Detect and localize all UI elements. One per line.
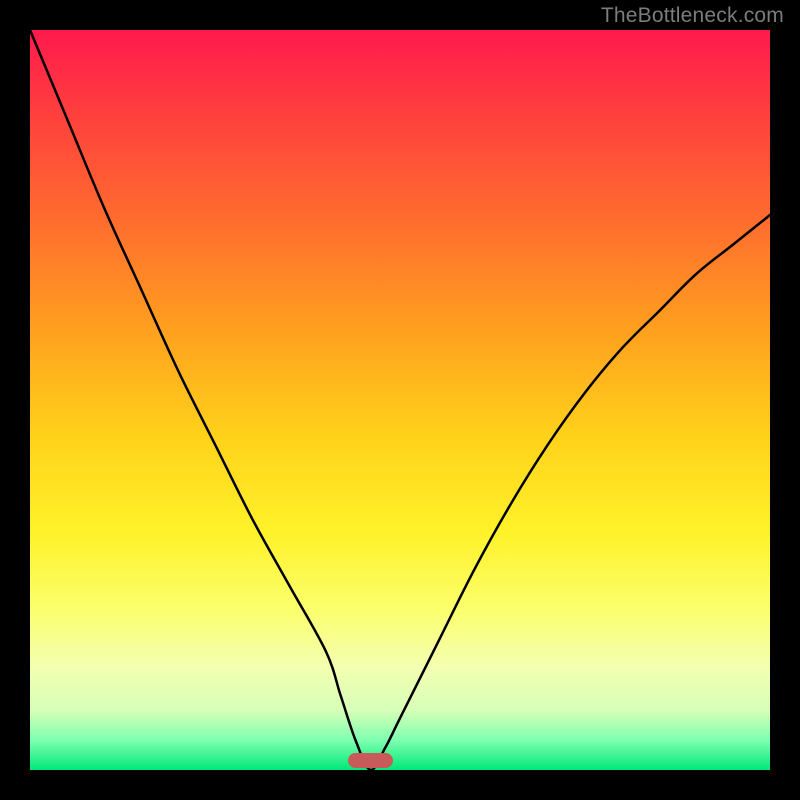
chart-frame: TheBottleneck.com [0,0,800,800]
valley-marker [348,753,392,768]
bottleneck-curve [30,30,770,770]
watermark-text: TheBottleneck.com [601,4,784,28]
plot-area [30,30,770,770]
